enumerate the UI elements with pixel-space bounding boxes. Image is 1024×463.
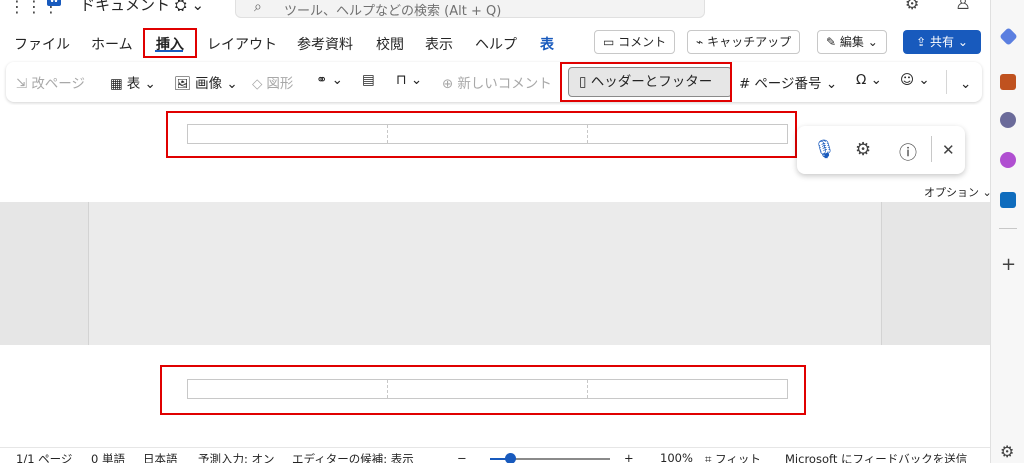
add-app-icon[interactable]: +: [1001, 254, 1016, 275]
page-number-icon: #: [739, 76, 751, 92]
image-icon: 🖼: [174, 76, 192, 92]
feedback-link[interactable]: Microsoft にフィードバックを送信: [785, 451, 967, 463]
table-button[interactable]: ▦ 表 ⌄: [110, 72, 156, 92]
chevron-down-icon: ⌄: [957, 35, 968, 49]
gear-icon[interactable]: ⚙: [855, 139, 871, 160]
page-body-gray: [88, 202, 882, 345]
table-icon: ▦: [110, 76, 123, 92]
search-icon: ⌕: [254, 0, 262, 15]
search-placeholder: ツール、ヘルプなどの検索 (Alt + Q): [284, 4, 502, 19]
tab-table[interactable]: 表: [540, 34, 554, 54]
chevron-down-icon: ⌄: [960, 76, 972, 92]
dictation-options[interactable]: オプション ⌄: [924, 184, 992, 200]
microphone-icon[interactable]: 🎙: [813, 139, 836, 160]
footer-highlight: [160, 365, 806, 415]
editor-suggestions[interactable]: エディターの候補: 表示: [292, 451, 414, 463]
page-break-button[interactable]: ⇲ 改ページ: [16, 72, 85, 92]
comment-button[interactable]: ▭ コメント: [594, 30, 676, 54]
quick-parts-button[interactable]: ▤: [362, 72, 375, 88]
copilot-app-icon[interactable]: [999, 27, 1018, 46]
predictive-text[interactable]: 予測入力: オン: [198, 451, 275, 463]
tab-review[interactable]: 校閲: [376, 34, 404, 54]
shapes-button[interactable]: ◇ 図形: [252, 72, 293, 92]
status-bar: 1/1 ページ 0 単語 日本語 予測入力: オン エディターの候補: 表示 −…: [0, 447, 990, 463]
language[interactable]: 日本語: [143, 451, 178, 463]
shapes-icon: ◇: [252, 76, 263, 92]
tab-layout[interactable]: レイアウト: [207, 34, 277, 54]
toolbox-app-icon[interactable]: [1000, 74, 1016, 90]
pulse-icon: ⌁: [696, 35, 704, 49]
dictation-toolbar: 🎙 ⚙ ⓘ ✕: [797, 126, 965, 174]
fit-icon: ⌗: [705, 452, 712, 463]
page-break-icon: ⇲: [16, 76, 28, 92]
tab-view[interactable]: 表示: [425, 34, 453, 54]
word-count: 0 単語: [91, 452, 125, 463]
search-box[interactable]: ⌕ ツール、ヘルプなどの検索 (Alt + Q): [235, 0, 705, 19]
sidebar-settings-icon[interactable]: ⚙: [1000, 442, 1014, 461]
bookmark-icon: ⊓: [396, 72, 407, 88]
link-icon: ⚭: [316, 72, 328, 88]
page-count: 1/1 ページ: [16, 452, 73, 463]
title-bar: ⋮⋮⋮ W ドキュメント ⛭ ⌄ ⌕ ツール、ヘルプなどの検索 (Alt + Q…: [0, 0, 990, 22]
word-logo-icon: W: [47, 0, 61, 6]
link-button[interactable]: ⚭ ⌄: [316, 72, 343, 88]
insert-tab-highlight: [143, 28, 197, 58]
header-highlight: [166, 111, 797, 158]
emoji-icon: ☺: [900, 72, 915, 88]
new-comment-button[interactable]: ⊕ 新しいコメント: [442, 72, 552, 92]
right-app-sidebar: + ⚙: [990, 0, 1024, 463]
people-app-icon[interactable]: [1000, 112, 1016, 128]
m365-app-icon[interactable]: [1000, 152, 1016, 168]
close-icon[interactable]: ✕: [942, 141, 955, 159]
emoji-button[interactable]: ☺ ⌄: [900, 72, 930, 88]
omega-icon: Ω: [856, 72, 867, 88]
fit-button[interactable]: ⌗ フィット: [705, 451, 761, 463]
dictation-separator: [931, 136, 932, 162]
zoom-out-button[interactable]: −: [457, 451, 467, 463]
catchup-button[interactable]: ⌁ キャッチアップ: [687, 30, 801, 54]
tab-home[interactable]: ホーム: [91, 34, 133, 54]
image-button[interactable]: 🖼 画像 ⌄: [174, 72, 238, 92]
share-button[interactable]: ⇪ 共有 ⌄: [903, 30, 981, 54]
outlook-app-icon[interactable]: [1000, 192, 1016, 208]
header-footer-highlight: [560, 62, 732, 102]
settings-icon[interactable]: ⚙: [905, 0, 919, 13]
edit-mode-button[interactable]: ✎ 編集 ⌄: [817, 30, 887, 54]
zoom-in-button[interactable]: +: [624, 451, 634, 463]
sidebar-separator: [999, 228, 1017, 229]
tab-file[interactable]: ファイル: [14, 34, 70, 54]
bookmark-button[interactable]: ⊓ ⌄: [396, 72, 422, 88]
symbol-button[interactable]: Ω ⌄: [856, 72, 882, 88]
comment-icon: ▭: [603, 35, 615, 49]
help-icon[interactable]: ⓘ: [899, 139, 917, 165]
zoom-slider-thumb[interactable]: [505, 453, 517, 463]
zoom-level[interactable]: 100%: [660, 451, 693, 463]
ribbon-toolbar: ⇲ 改ページ ▦ 表 ⌄ 🖼 画像 ⌄ ◇ 図形 ⚭ ⌄ ▤ ⊓ ⌄ ⊕ 新しいコメント …: [6, 62, 982, 102]
page-number-button[interactable]: # ページ番号 ⌄: [739, 72, 837, 92]
document-icon: ▤: [362, 72, 375, 88]
share-icon: ⇪: [916, 35, 927, 49]
tab-help[interactable]: ヘルプ: [475, 34, 517, 54]
ribbon-separator: [946, 70, 947, 94]
new-comment-icon: ⊕: [442, 76, 454, 92]
account-icon[interactable]: ♙: [955, 0, 971, 14]
chevron-down-icon: ⌄: [867, 35, 878, 49]
tab-references[interactable]: 参考資料: [297, 34, 353, 54]
document-title[interactable]: ドキュメント ⛭ ⌄: [80, 0, 204, 15]
pencil-icon: ✎: [826, 35, 837, 49]
ribbon-expand-button[interactable]: ⌄: [960, 76, 971, 92]
